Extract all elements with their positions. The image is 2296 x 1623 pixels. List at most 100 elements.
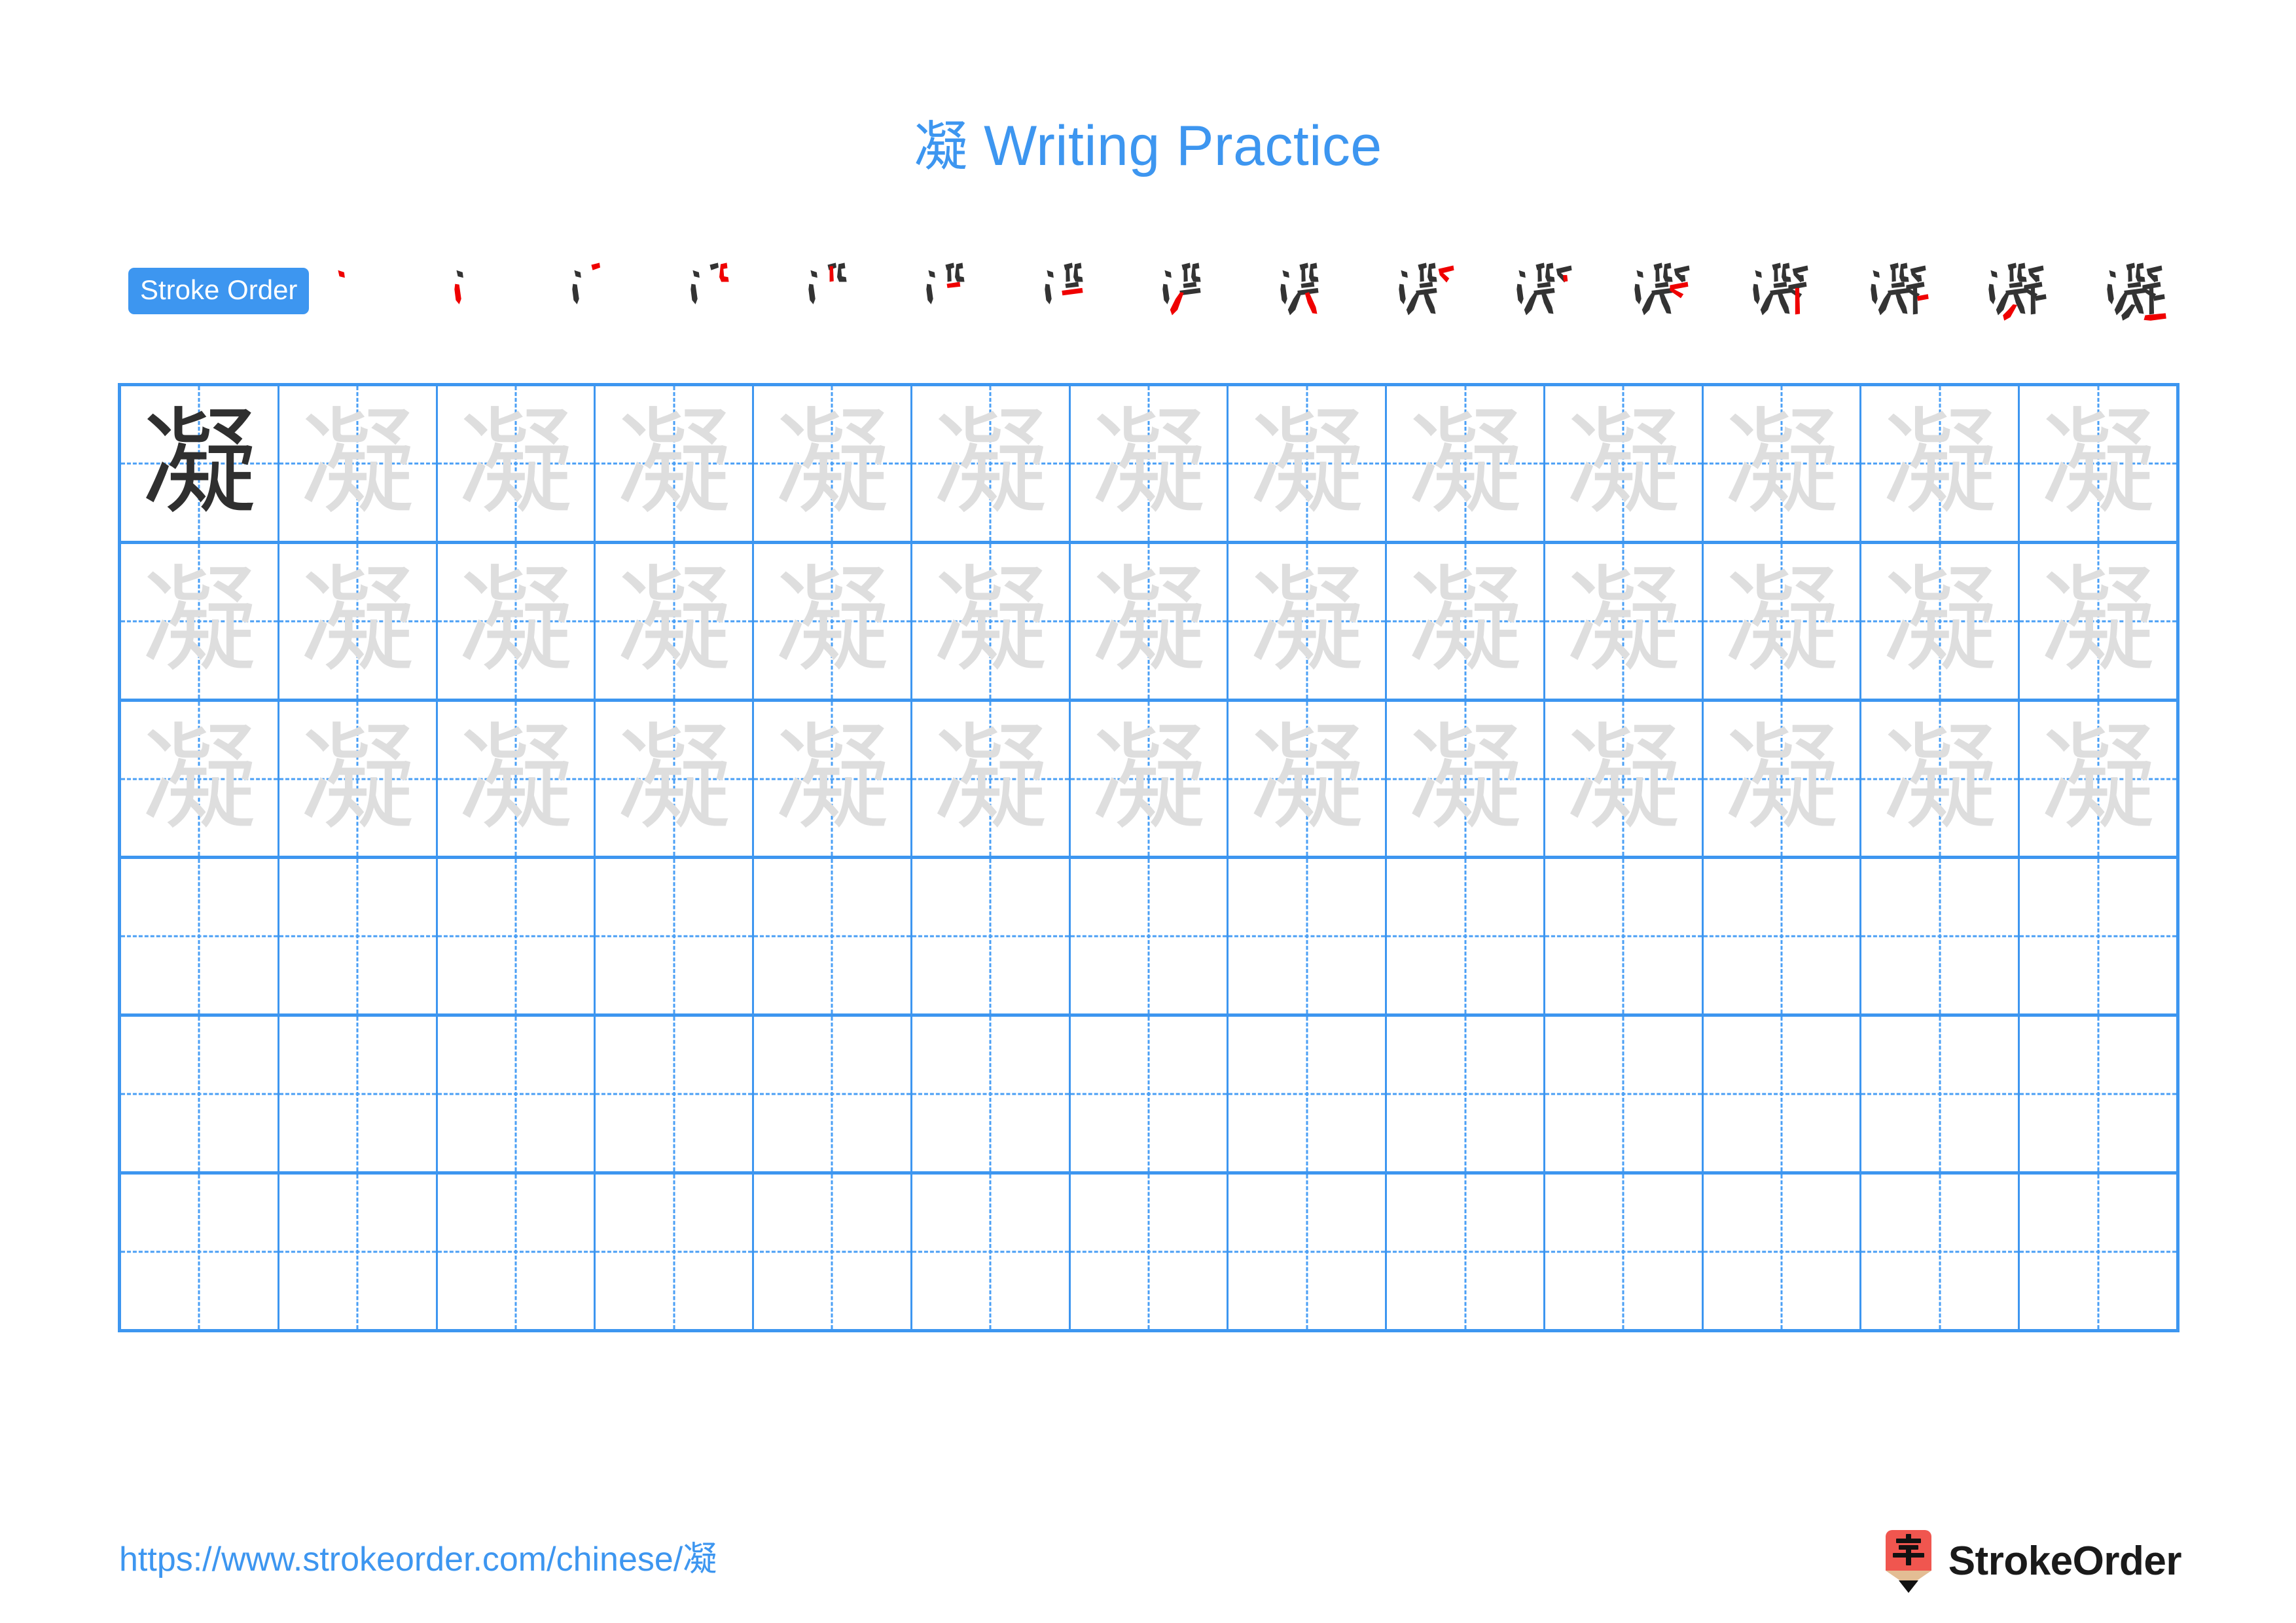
practice-cell-r1-c6[interactable]: 凝 (912, 386, 1071, 541)
practice-cell-r6-c7[interactable] (1070, 1175, 1229, 1329)
practice-cell-r1-c1[interactable]: 凝 (121, 386, 279, 541)
existing-stroke (2107, 283, 2114, 304)
practice-cell-r1-c13[interactable]: 凝 (2020, 386, 2179, 541)
practice-cell-r3-c2[interactable]: 凝 (279, 701, 438, 856)
practice-cell-r6-c8[interactable] (1229, 1175, 1388, 1329)
practice-cell-r2-c3[interactable]: 凝 (437, 543, 596, 699)
practice-cell-r6-c4[interactable] (596, 1175, 755, 1329)
practice-cell-r6-c10[interactable] (1545, 1175, 1704, 1329)
practice-cell-r4-c5[interactable] (754, 859, 912, 1014)
practice-cell-r5-c10[interactable] (1545, 1017, 1704, 1172)
practice-cell-r4-c9[interactable] (1387, 859, 1545, 1014)
empty-practice-slot (1387, 859, 1543, 1013)
empty-practice-slot (2020, 1017, 2176, 1171)
practice-cell-r5-c4[interactable] (596, 1017, 755, 1172)
practice-cell-r1-c3[interactable]: 凝 (437, 386, 596, 541)
practice-cell-r2-c5[interactable]: 凝 (754, 543, 912, 699)
practice-cell-r4-c4[interactable] (596, 859, 755, 1014)
practice-cell-r1-c7[interactable]: 凝 (1070, 386, 1229, 541)
new-stroke (591, 263, 601, 270)
practice-cell-r5-c11[interactable] (1703, 1017, 1862, 1172)
practice-cell-r4-c12[interactable] (1861, 859, 2020, 1014)
practice-cell-r6-c6[interactable] (912, 1175, 1071, 1329)
tracing-character: 凝 (1882, 395, 1998, 530)
practice-cell-r2-c12[interactable]: 凝 (1861, 543, 2020, 699)
existing-stroke (1781, 263, 1791, 282)
practice-cell-r3-c11[interactable]: 凝 (1703, 701, 1862, 856)
existing-stroke (2035, 275, 2040, 282)
practice-cell-r5-c3[interactable] (437, 1017, 596, 1172)
practice-cell-r4-c11[interactable] (1703, 859, 1862, 1014)
practice-cell-r6-c5[interactable] (754, 1175, 912, 1329)
practice-cell-r1-c2[interactable]: 凝 (279, 386, 438, 541)
practice-cell-r5-c5[interactable] (754, 1017, 912, 1172)
new-stroke (1563, 275, 1568, 282)
practice-cell-r2-c1[interactable]: 凝 (121, 543, 279, 699)
strokeorder-pencil-icon (1883, 1530, 1934, 1593)
stroke-step-9 (1260, 257, 1358, 325)
practice-cell-r2-c6[interactable]: 凝 (912, 543, 1071, 699)
practice-cell-r2-c10[interactable]: 凝 (1545, 543, 1704, 699)
existing-stroke (1300, 282, 1315, 288)
practice-cell-r3-c12[interactable]: 凝 (1861, 701, 2020, 856)
practice-cell-r3-c1[interactable]: 凝 (121, 701, 279, 856)
practice-cell-r1-c5[interactable]: 凝 (754, 386, 912, 541)
stroke-step-15 (1968, 257, 2066, 325)
practice-cell-r2-c8[interactable]: 凝 (1229, 543, 1388, 699)
practice-cell-r3-c8[interactable]: 凝 (1229, 701, 1388, 856)
stroke-step-11 (1496, 257, 1594, 325)
practice-cell-r6-c3[interactable] (437, 1175, 596, 1329)
page-title: 凝 Writing Practice (0, 110, 2296, 183)
practice-cell-r2-c4[interactable]: 凝 (596, 543, 755, 699)
practice-grid-row: 凝凝凝凝凝凝凝凝凝凝凝凝凝 (121, 386, 2179, 544)
practice-cell-r2-c11[interactable]: 凝 (1703, 543, 1862, 699)
practice-cell-r5-c12[interactable] (1861, 1017, 2020, 1172)
practice-cell-r3-c7[interactable]: 凝 (1070, 701, 1229, 856)
practice-cell-r4-c6[interactable] (912, 859, 1071, 1014)
practice-cell-r3-c3[interactable]: 凝 (437, 701, 596, 856)
practice-cell-r5-c7[interactable] (1070, 1017, 1229, 1172)
practice-cell-r5-c9[interactable] (1387, 1017, 1545, 1172)
practice-cell-r6-c9[interactable] (1387, 1175, 1545, 1329)
practice-cell-r3-c5[interactable]: 凝 (754, 701, 912, 856)
practice-cell-r2-c13[interactable]: 凝 (2020, 543, 2179, 699)
practice-cell-r5-c1[interactable] (121, 1017, 279, 1172)
practice-grid-row (121, 1017, 2179, 1175)
practice-cell-r3-c9[interactable]: 凝 (1387, 701, 1545, 856)
practice-cell-r2-c7[interactable]: 凝 (1070, 543, 1229, 699)
practice-cell-r5-c6[interactable] (912, 1017, 1071, 1172)
practice-cell-r6-c13[interactable] (2020, 1175, 2179, 1329)
practice-cell-r4-c3[interactable] (437, 859, 596, 1014)
practice-cell-r6-c12[interactable] (1861, 1175, 2020, 1329)
practice-cell-r3-c4[interactable]: 凝 (596, 701, 755, 856)
empty-practice-slot (754, 1175, 910, 1329)
practice-cell-r1-c8[interactable]: 凝 (1229, 386, 1388, 541)
empty-practice-slot (121, 859, 278, 1013)
practice-cell-r6-c1[interactable] (121, 1175, 279, 1329)
practice-cell-r1-c4[interactable]: 凝 (596, 386, 755, 541)
practice-cell-r1-c12[interactable]: 凝 (1861, 386, 2020, 541)
practice-cell-r1-c10[interactable]: 凝 (1545, 386, 1704, 541)
practice-cell-r3-c10[interactable]: 凝 (1545, 701, 1704, 856)
practice-cell-r4-c13[interactable] (2020, 859, 2179, 1014)
practice-cell-r4-c1[interactable] (121, 859, 279, 1014)
existing-stroke (928, 270, 936, 278)
tracing-character: 凝 (1407, 395, 1523, 530)
practice-cell-r6-c11[interactable] (1703, 1175, 1862, 1329)
practice-cell-r5-c2[interactable] (279, 1017, 438, 1172)
practice-cell-r2-c9[interactable]: 凝 (1387, 543, 1545, 699)
footer-url-link[interactable]: https://www.strokeorder.com/chinese/凝 (119, 1539, 717, 1580)
practice-cell-r3-c6[interactable]: 凝 (912, 701, 1071, 856)
practice-cell-r4-c10[interactable] (1545, 859, 1704, 1014)
practice-cell-r4-c8[interactable] (1229, 859, 1388, 1014)
practice-cell-r2-c2[interactable]: 凝 (279, 543, 438, 699)
practice-cell-r6-c2[interactable] (279, 1175, 438, 1329)
practice-cell-r5-c8[interactable] (1229, 1017, 1388, 1172)
practice-cell-r4-c2[interactable] (279, 859, 438, 1014)
practice-cell-r5-c13[interactable] (2020, 1017, 2179, 1172)
stroke-step-diagram (926, 263, 965, 304)
practice-cell-r4-c7[interactable] (1070, 859, 1229, 1014)
practice-cell-r1-c11[interactable]: 凝 (1703, 386, 1862, 541)
practice-cell-r3-c13[interactable]: 凝 (2020, 701, 2179, 856)
practice-cell-r1-c9[interactable]: 凝 (1387, 386, 1545, 541)
